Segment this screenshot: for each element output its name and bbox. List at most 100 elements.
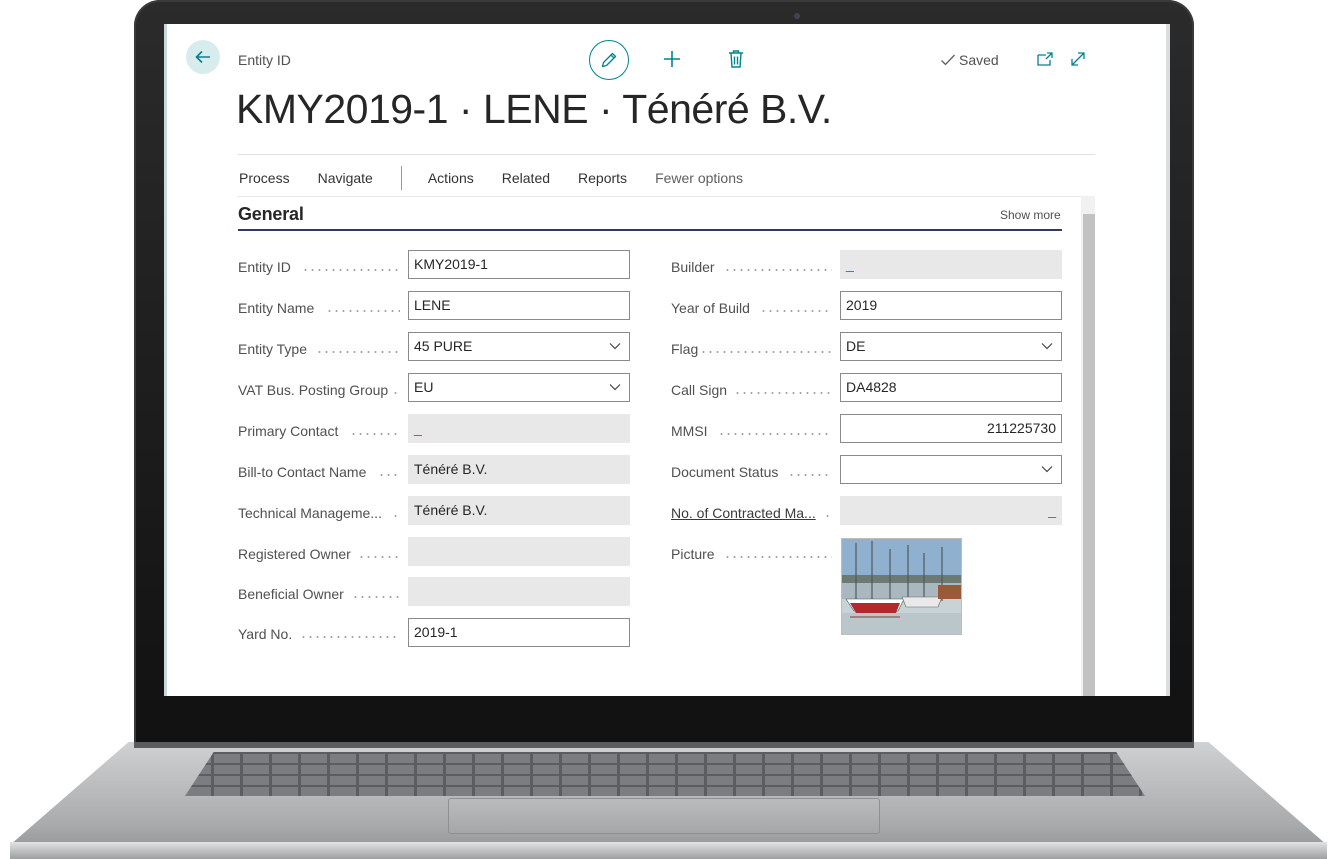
entity-type-select[interactable]: 45 PURE <box>408 332 630 361</box>
label-leader-dots <box>316 351 400 353</box>
breadcrumb: Entity ID <box>238 52 291 68</box>
primary-contact-value: _ <box>414 420 422 436</box>
field-label: MMSI <box>671 423 708 439</box>
label-leader-dots <box>300 636 400 638</box>
label-leader-dots <box>302 269 400 271</box>
menu-related[interactable]: Related <box>502 170 550 186</box>
trash-icon <box>729 50 743 68</box>
section-title-general[interactable]: General <box>238 204 304 225</box>
laptop-camera <box>794 13 800 19</box>
field-label: Technical Manageme... <box>238 505 382 521</box>
label-leader-dots <box>734 392 832 394</box>
laptop-trackpad <box>448 798 880 834</box>
no-of-contracted-field[interactable]: _ <box>840 496 1062 525</box>
entity-name-input[interactable]: LENE <box>408 291 630 320</box>
header-divider <box>238 154 1095 155</box>
label-leader-dots <box>392 515 400 517</box>
menu-fewer-options[interactable]: Fewer options <box>655 170 743 186</box>
field-label: Primary Contact <box>238 423 339 439</box>
edit-button[interactable] <box>589 40 629 80</box>
delete-button[interactable] <box>725 48 747 70</box>
no-of-contracted-value: _ <box>1048 502 1056 518</box>
laptop-base-edge <box>10 842 1327 859</box>
open-in-new-window-icon <box>1037 52 1053 66</box>
label-leader-dots <box>350 433 400 435</box>
background-window-edge <box>1166 24 1170 696</box>
sailboat-harbor-photo <box>842 539 961 634</box>
menu-navigate[interactable]: Navigate <box>318 170 373 186</box>
label-leader-dots <box>392 392 400 394</box>
call-sign-input[interactable]: DA4828 <box>840 373 1062 402</box>
expand-icon <box>1071 52 1085 66</box>
menu-separator <box>400 166 402 190</box>
menu-reports[interactable]: Reports <box>578 170 627 186</box>
back-button[interactable] <box>186 40 220 74</box>
field-label: Document Status <box>671 464 779 480</box>
flag-select[interactable]: DE <box>840 332 1062 361</box>
builder-field[interactable]: _ <box>840 250 1062 279</box>
registered-owner-field[interactable] <box>408 537 630 566</box>
show-more-link[interactable]: Show more <box>1000 208 1061 222</box>
label-leader-dots <box>788 474 832 476</box>
field-label: Entity Type <box>238 341 308 357</box>
beneficial-owner-field[interactable] <box>408 577 630 606</box>
field-label: Bill-to Contact Name <box>238 464 367 480</box>
vat-bus-posting-group-value: EU <box>414 379 434 395</box>
chevron-down-icon <box>609 343 621 350</box>
label-leader-dots <box>378 474 400 476</box>
laptop-hinge <box>134 742 1194 748</box>
builder-value: _ <box>846 256 854 272</box>
entity-id-input[interactable]: KMY2019-1 <box>408 250 630 279</box>
label-leader-dots <box>724 269 832 271</box>
menu-process[interactable]: Process <box>239 170 290 186</box>
field-label: Beneficial Owner <box>238 586 344 602</box>
chevron-down-icon <box>1041 466 1053 473</box>
field-label: Entity ID <box>238 259 291 275</box>
expand-button[interactable] <box>1067 48 1089 70</box>
flag-value: DE <box>846 338 866 354</box>
section-underline <box>238 229 1062 231</box>
label-leader-dots <box>326 310 400 312</box>
arrow-left-icon <box>195 50 210 64</box>
entity-type-value: 45 PURE <box>414 338 473 354</box>
field-label: Picture <box>671 546 715 562</box>
vat-bus-posting-group-select[interactable]: EU <box>408 373 630 402</box>
label-leader-dots <box>352 596 400 598</box>
menu-divider <box>238 196 1081 197</box>
label-leader-dots <box>824 515 832 517</box>
field-label: Entity Name <box>238 300 315 316</box>
field-label: Builder <box>671 259 715 275</box>
label-leader-dots <box>358 556 400 558</box>
technical-management-field[interactable]: Ténéré B.V. <box>408 496 630 525</box>
yard-no-input[interactable]: 2019-1 <box>408 618 630 647</box>
saved-status: Saved <box>940 52 999 68</box>
chevron-down-icon <box>609 384 621 391</box>
year-of-build-input[interactable]: 2019 <box>840 291 1062 320</box>
scrollbar-thumb[interactable] <box>1083 214 1095 696</box>
plus-icon <box>664 51 680 67</box>
primary-contact-field[interactable]: _ <box>408 414 630 443</box>
label-leader-dots <box>700 351 832 353</box>
checkmark-icon <box>941 54 955 66</box>
open-new-window-button[interactable] <box>1034 48 1056 70</box>
mmsi-input[interactable]: 211225730 <box>840 414 1062 443</box>
field-label: Registered Owner <box>238 546 351 562</box>
document-status-select[interactable] <box>840 455 1062 484</box>
field-label: VAT Bus. Posting Group <box>238 382 389 398</box>
menu-actions[interactable]: Actions <box>428 170 474 186</box>
field-label: Flag <box>671 341 699 357</box>
label-leader-dots <box>724 556 832 558</box>
chevron-down-icon <box>1041 343 1053 350</box>
new-button[interactable] <box>661 48 683 70</box>
action-menu-bar: Process Navigate Actions Related Reports… <box>239 166 771 190</box>
laptop-keyboard <box>185 752 1145 796</box>
vessel-picture[interactable] <box>841 538 962 635</box>
field-label: Year of Build <box>671 300 750 316</box>
label-leader-dots <box>760 310 832 312</box>
background-window-edge <box>164 24 167 696</box>
bill-to-contact-name-field[interactable]: Ténéré B.V. <box>408 455 630 484</box>
label-leader-dots <box>718 433 832 435</box>
field-label: Call Sign <box>671 382 728 398</box>
screen: Entity ID KMY2019-1 · LENE · Ténéré B.V.… <box>164 24 1170 696</box>
no-of-contracted-link[interactable]: No. of Contracted Ma... <box>671 503 816 523</box>
